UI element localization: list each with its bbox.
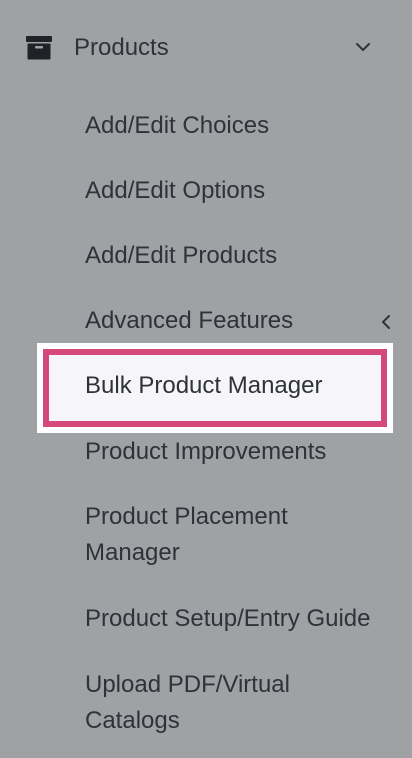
chevron-left-icon[interactable] bbox=[380, 314, 392, 330]
sidebar-item-label: Add/Edit Options bbox=[85, 177, 266, 204]
sidebar-item-product-setup-entry-guide[interactable]: Product Setup/Entry Guide bbox=[0, 601, 412, 639]
products-section-header[interactable]: Products bbox=[0, 20, 412, 76]
sidebar-item-product-improvements[interactable]: Product Improvements bbox=[0, 434, 412, 472]
sidebar-item-label: Advanced Features bbox=[85, 307, 294, 334]
sidebar-item-label: Upload PDF/Virtual Catalogs bbox=[85, 671, 290, 734]
sidebar-item-add-edit-choices[interactable]: Add/Edit Choices bbox=[0, 108, 412, 146]
sidebar-item-bulk-product-manager[interactable]: Bulk Product Manager bbox=[0, 368, 412, 406]
archive-box-icon bbox=[26, 36, 52, 60]
sidebar-item-label: Product Placement Manager bbox=[85, 503, 288, 566]
sidebar-item-product-placement-manager[interactable]: Product Placement Manager bbox=[0, 499, 412, 573]
sidebar-item-advanced-features[interactable]: Advanced Features bbox=[0, 303, 412, 341]
chevron-down-icon[interactable] bbox=[354, 40, 372, 54]
sidebar-item-add-edit-products[interactable]: Add/Edit Products bbox=[0, 238, 412, 276]
sidebar-item-label: Product Improvements bbox=[85, 438, 327, 465]
sidebar-item-label: Add/Edit Choices bbox=[85, 112, 270, 139]
sidebar-nav: Products Add/Edit Choices Add/Edit Optio… bbox=[0, 0, 412, 758]
sidebar-item-upload-pdf-virtual-catalogs[interactable]: Upload PDF/Virtual Catalogs bbox=[0, 667, 412, 741]
sidebar-item-label: Product Setup/Entry Guide bbox=[85, 605, 371, 632]
sidebar-item-label: Add/Edit Products bbox=[85, 242, 278, 269]
sidebar-item-label: Bulk Product Manager bbox=[85, 372, 323, 399]
sidebar-item-add-edit-options[interactable]: Add/Edit Options bbox=[0, 173, 412, 211]
products-section-label: Products bbox=[74, 34, 169, 61]
